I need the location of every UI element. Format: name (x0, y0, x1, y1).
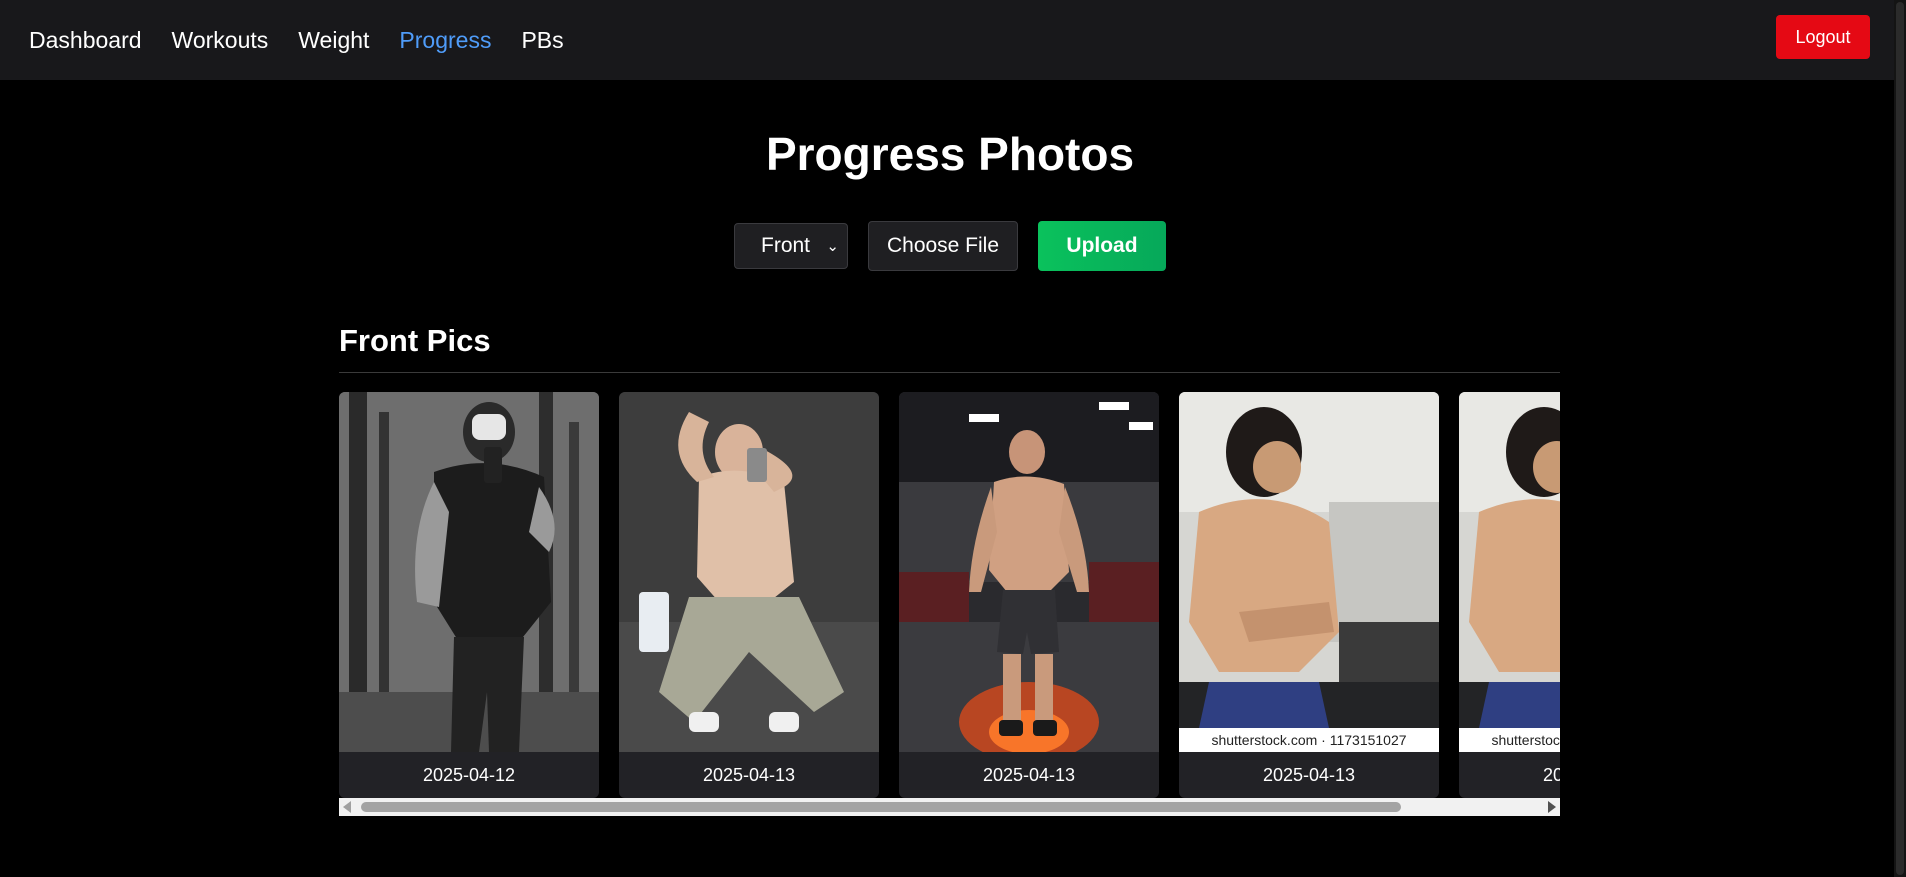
top-navbar: Dashboard Workouts Weight Progress PBs L… (0, 0, 1906, 80)
nav-link-progress[interactable]: Progress (399, 27, 491, 54)
photo-card[interactable]: shutterstock.com · 1173151027 2025-04-13 (1179, 392, 1439, 798)
photo-gallery[interactable]: 2025-04-12 2025-04-13 2025-04-13 shutter… (339, 392, 1560, 798)
photo-date: 2025-04-12 (422, 764, 516, 785)
photo-watermark: shutterstock.com · 1173151027 (1179, 728, 1439, 752)
nav-link-workouts[interactable]: Workouts (172, 27, 269, 54)
upload-controls: Front ⌄ Choose File Upload (734, 221, 1166, 271)
progress-photo[interactable] (899, 392, 1159, 752)
photo-card[interactable]: 2025-04-12 (339, 392, 599, 798)
photo-card[interactable]: 2025-04-13 (619, 392, 879, 798)
photo-side-select[interactable]: Front ⌄ (734, 223, 848, 269)
photo-card[interactable]: 2025-04-13 (899, 392, 1159, 798)
progress-photo[interactable] (1179, 392, 1439, 752)
photo-side-select-value: Front (761, 234, 811, 257)
progress-photo[interactable] (339, 392, 599, 752)
nav-link-weight[interactable]: Weight (298, 27, 369, 54)
photo-date: 2025-04-13 (702, 764, 796, 785)
nav-link-pbs[interactable]: PBs (521, 27, 563, 54)
photo-date: 2025-04-13 (1262, 764, 1356, 785)
photo-date: 2025-04-13 (982, 764, 1076, 785)
gallery-horizontal-scrollbar[interactable] (339, 798, 1560, 816)
progress-photo[interactable] (619, 392, 879, 752)
gallery-scrollbar-thumb[interactable] (361, 802, 1401, 812)
upload-button[interactable]: Upload (1038, 221, 1166, 271)
section-title-front: Front Pics (339, 323, 491, 358)
photo-watermark: shutterstock.com · 1173151027 (1459, 728, 1560, 752)
progress-photo[interactable] (1459, 392, 1560, 752)
scroll-left-arrow-icon[interactable] (343, 801, 351, 813)
section-divider (339, 372, 1560, 373)
chevron-down-icon: ⌄ (826, 238, 839, 255)
scroll-right-arrow-icon[interactable] (1548, 801, 1556, 813)
choose-file-button[interactable]: Choose File (868, 221, 1018, 271)
page-title: Progress Photos (765, 128, 1135, 180)
photo-date: 2025-04-13 (1542, 764, 1560, 785)
logout-button[interactable]: Logout (1776, 15, 1870, 59)
photo-card[interactable]: shutterstock.com · 1173151027 2025-04-13 (1459, 392, 1560, 798)
nav-link-dashboard[interactable]: Dashboard (29, 27, 142, 54)
